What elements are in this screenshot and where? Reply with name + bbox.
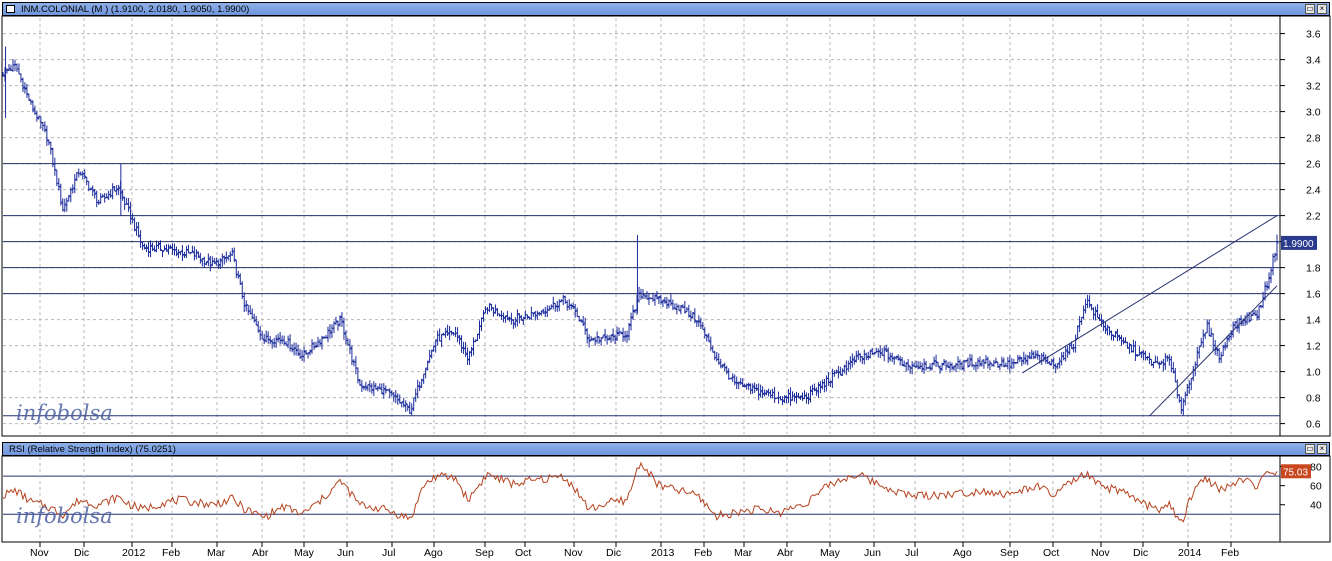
- ohlc-bars: [1, 46, 1279, 416]
- rsi-tick-label: 40: [1310, 500, 1322, 512]
- price-tick-label: 2.6: [1306, 159, 1321, 171]
- time-tick-label: Sep: [1000, 547, 1019, 559]
- price-tick-label: 1.8: [1306, 263, 1321, 275]
- support-resistance-lines: [3, 163, 1280, 417]
- rsi-tick-label: 80: [1310, 462, 1322, 474]
- time-tick-label: Feb: [1221, 547, 1239, 559]
- time-tick-label: Feb: [694, 547, 712, 559]
- time-tick-label: Dic: [74, 547, 89, 559]
- time-tick-label: Oct: [1043, 547, 1059, 559]
- time-tick-label: 2012: [122, 547, 146, 559]
- watermark-logo: infobolsa: [16, 504, 113, 528]
- price-tick-label: 0.8: [1306, 393, 1321, 405]
- time-tick-label: Sep: [475, 547, 494, 559]
- time-tick-label: Jul: [382, 547, 395, 559]
- rsi-grid: [3, 457, 1280, 541]
- price-tick-label: 3.6: [1306, 29, 1321, 41]
- time-tick-label: May: [820, 547, 841, 559]
- time-tick-label: 2014: [1178, 547, 1202, 559]
- svg-text:1.9900: 1.9900: [1283, 239, 1314, 250]
- price-tick-label: 1.6: [1306, 289, 1321, 301]
- price-tick-label: 1.0: [1306, 367, 1321, 379]
- time-tick-label: Dic: [1133, 547, 1148, 559]
- price-tick-label: 2.4: [1306, 185, 1321, 197]
- rsi-line: [2, 461, 1278, 523]
- price-tick-label: 3.0: [1306, 107, 1321, 119]
- channel-lower-line: [1149, 285, 1278, 417]
- time-tick-label: Ago: [953, 547, 972, 559]
- last-price-tag: 1.9900: [1281, 235, 1317, 250]
- time-tick-label: Jul: [905, 547, 918, 559]
- last-rsi-tag: 75.03: [1281, 464, 1311, 479]
- time-tick-label: Ago: [424, 547, 443, 559]
- price-grid: [3, 18, 1280, 434]
- price-plot-frame: [1, 15, 1331, 437]
- time-tick-label: Jun: [864, 547, 881, 559]
- time-tick-label: Abr: [777, 547, 794, 559]
- time-tick-label: Nov: [1091, 547, 1110, 559]
- svg-text:75.03: 75.03: [1283, 467, 1308, 478]
- time-tick-label: Jun: [337, 547, 354, 559]
- rsi-plot-frame: [1, 455, 1331, 543]
- watermark-logo: infobolsa: [16, 401, 113, 425]
- price-tick-label: 3.4: [1306, 55, 1321, 67]
- time-tick-label: Mar: [734, 547, 753, 559]
- trend-channel: [1021, 215, 1278, 417]
- price-tick-label: 2.2: [1306, 211, 1321, 223]
- price-axis: 0.60.81.01.21.41.61.802.22.42.62.83.03.2…: [1280, 29, 1321, 431]
- time-tick-label: Dic: [606, 547, 621, 559]
- time-tick-label: Abr: [252, 547, 269, 559]
- price-tick-label: 0.6: [1306, 419, 1321, 431]
- price-tick-label: 1.2: [1306, 341, 1321, 353]
- rsi-tick-label: 60: [1310, 481, 1322, 493]
- time-tick-label: May: [294, 547, 315, 559]
- time-tick-label: Mar: [207, 547, 226, 559]
- channel-upper-line: [1021, 215, 1278, 374]
- price-tick-label: 3.2: [1306, 81, 1321, 93]
- chart-canvas: 0.60.81.01.21.41.61.802.22.42.62.83.03.2…: [1, 15, 1331, 559]
- time-tick-label: Nov: [30, 547, 49, 559]
- rsi-series-line: [2, 461, 1278, 523]
- time-axis: Nov Dic 2012 Feb Mar Abr May Jun Jul Ago Sep Oct Nov…: [30, 542, 1239, 559]
- time-tick-label: Feb: [162, 547, 180, 559]
- price-tick-label: 2.8: [1306, 133, 1321, 145]
- time-tick-label: Oct: [515, 547, 531, 559]
- price-tick-label: 1.4: [1306, 315, 1321, 327]
- time-tick-label: Nov: [564, 547, 583, 559]
- time-tick-label: 2013: [651, 547, 675, 559]
